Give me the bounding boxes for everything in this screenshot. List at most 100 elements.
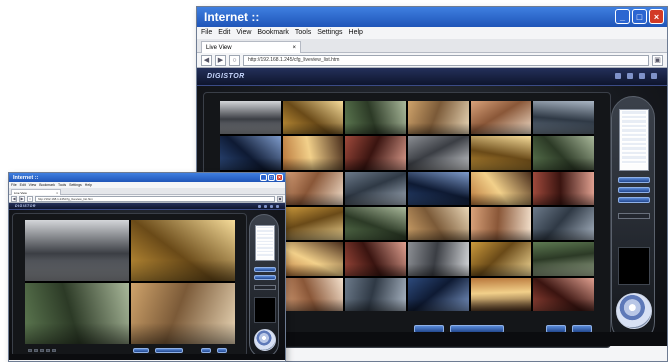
user-icon[interactable] [270, 205, 273, 208]
list-item[interactable] [622, 133, 646, 137]
list-item[interactable] [622, 129, 646, 133]
camera-feed-tile[interactable] [345, 136, 406, 170]
camera-feed-tile[interactable] [533, 242, 594, 276]
list-item[interactable] [622, 124, 646, 128]
list-item[interactable] [622, 156, 646, 160]
camera-feed-tile[interactable] [470, 206, 532, 241]
list-item[interactable] [622, 138, 646, 142]
maximize-button[interactable]: □ [632, 9, 647, 24]
camera-feed-tile[interactable] [408, 136, 469, 170]
forward-icon[interactable]: ▶ [215, 54, 226, 66]
list-item[interactable] [622, 160, 646, 164]
camera-icon[interactable] [258, 205, 261, 208]
camera-feed-tile[interactable] [282, 242, 344, 276]
list-item[interactable] [622, 151, 646, 155]
lock-icon[interactable]: ▣ [652, 54, 663, 66]
camera-feed-tile[interactable] [282, 101, 344, 135]
camera-feed-tile[interactable] [131, 220, 235, 281]
close-button[interactable]: × [649, 9, 664, 24]
camera-feed-tile[interactable] [470, 277, 532, 311]
power-icon[interactable] [651, 73, 657, 79]
menu-edit[interactable]: Edit [20, 183, 26, 187]
camera-feed-tile[interactable] [533, 101, 594, 135]
panel-button-1[interactable] [254, 267, 276, 272]
minimize-button[interactable]: _ [615, 9, 630, 24]
list-item[interactable] [257, 254, 273, 257]
list-item[interactable] [257, 243, 273, 247]
panel-button-3[interactable] [618, 197, 650, 203]
list-item[interactable] [622, 142, 646, 146]
list-item[interactable] [257, 233, 273, 237]
camera-feed-tile[interactable] [282, 136, 344, 170]
sequence-button[interactable] [155, 348, 183, 353]
ptz-joystick-icon[interactable] [254, 329, 276, 351]
panel-button-1[interactable] [618, 177, 650, 183]
snapshot-button[interactable] [201, 348, 211, 353]
panel-button-2[interactable] [618, 187, 650, 193]
camera-feed-tile[interactable] [408, 242, 469, 276]
url-field[interactable]: http://192.168.1.245/cfg_liveview_list.h… [243, 54, 649, 66]
ptz-joystick-icon[interactable] [616, 293, 652, 329]
camera-feed-tile[interactable] [470, 101, 532, 135]
forward-icon[interactable]: ▶ [19, 195, 25, 202]
camera-feed-tile[interactable] [345, 277, 406, 311]
layout-16-button[interactable] [46, 349, 50, 352]
settings-icon[interactable] [264, 205, 267, 208]
layout-9-button[interactable] [40, 349, 44, 352]
lock-icon[interactable]: ▣ [277, 195, 283, 202]
playback-button[interactable] [133, 348, 149, 353]
camera-feed-tile[interactable] [25, 220, 129, 281]
full-screen-button[interactable] [217, 348, 227, 353]
menu-help[interactable]: Help [349, 29, 363, 37]
list-item[interactable] [622, 147, 646, 151]
list-item[interactable] [622, 111, 646, 115]
menu-tools[interactable]: Tools [295, 29, 311, 37]
menu-view[interactable]: View [29, 183, 37, 187]
list-item[interactable] [257, 247, 273, 250]
camera-feed-tile[interactable] [470, 171, 532, 205]
power-icon[interactable] [276, 205, 279, 208]
close-button[interactable]: × [276, 174, 283, 181]
menu-bookmark[interactable]: Bookmark [257, 29, 289, 37]
list-item[interactable] [257, 250, 273, 254]
profile-select[interactable] [618, 213, 650, 219]
minimize-button[interactable]: _ [260, 174, 267, 181]
camera-feed-tile[interactable] [533, 206, 594, 241]
camera-feed-tile[interactable] [345, 171, 406, 205]
list-item[interactable] [622, 115, 646, 119]
tab-close-icon[interactable]: × [292, 45, 296, 51]
profile-select[interactable] [254, 285, 276, 290]
camera-feed-tile[interactable] [408, 277, 469, 311]
back-icon[interactable]: ◀ [201, 54, 212, 66]
camera-feed-tile[interactable] [408, 101, 469, 135]
camera-feed-tile[interactable] [408, 171, 469, 205]
user-icon[interactable] [639, 73, 645, 79]
camera-feed-tile[interactable] [220, 136, 281, 170]
list-item[interactable] [257, 240, 273, 243]
camera-feed-tile[interactable] [533, 136, 594, 170]
back-icon[interactable]: ◀ [11, 195, 17, 202]
camera-feed-tile[interactable] [282, 171, 344, 205]
tab-close-icon[interactable]: × [56, 191, 58, 195]
layout-4-button[interactable] [34, 349, 38, 352]
camera-feed-tile[interactable] [282, 277, 344, 311]
camera-feed-tile[interactable] [220, 101, 281, 135]
layout-36-button[interactable] [52, 349, 56, 352]
camera-feed-tile[interactable] [345, 206, 406, 241]
camera-feed-tile[interactable] [533, 171, 594, 205]
panel-button-2[interactable] [254, 275, 276, 280]
url-field[interactable]: http://192.168.1.245/cfg_liveview_list.h… [35, 195, 275, 202]
menu-tools[interactable]: Tools [58, 183, 66, 187]
list-item[interactable] [257, 227, 273, 230]
menu-settings[interactable]: Settings [69, 183, 82, 187]
camera-feed-tile[interactable] [131, 283, 235, 344]
camera-feed-tile[interactable] [533, 277, 594, 311]
camera-feed-tile[interactable] [470, 242, 532, 276]
list-item[interactable] [257, 230, 273, 233]
menu-file[interactable]: File [201, 29, 212, 37]
menu-file[interactable]: File [11, 183, 17, 187]
menu-help[interactable]: Help [85, 183, 92, 187]
camera-feed-tile[interactable] [345, 101, 406, 135]
camera-feed-tile[interactable] [408, 206, 469, 241]
reload-icon[interactable]: ○ [27, 195, 33, 202]
